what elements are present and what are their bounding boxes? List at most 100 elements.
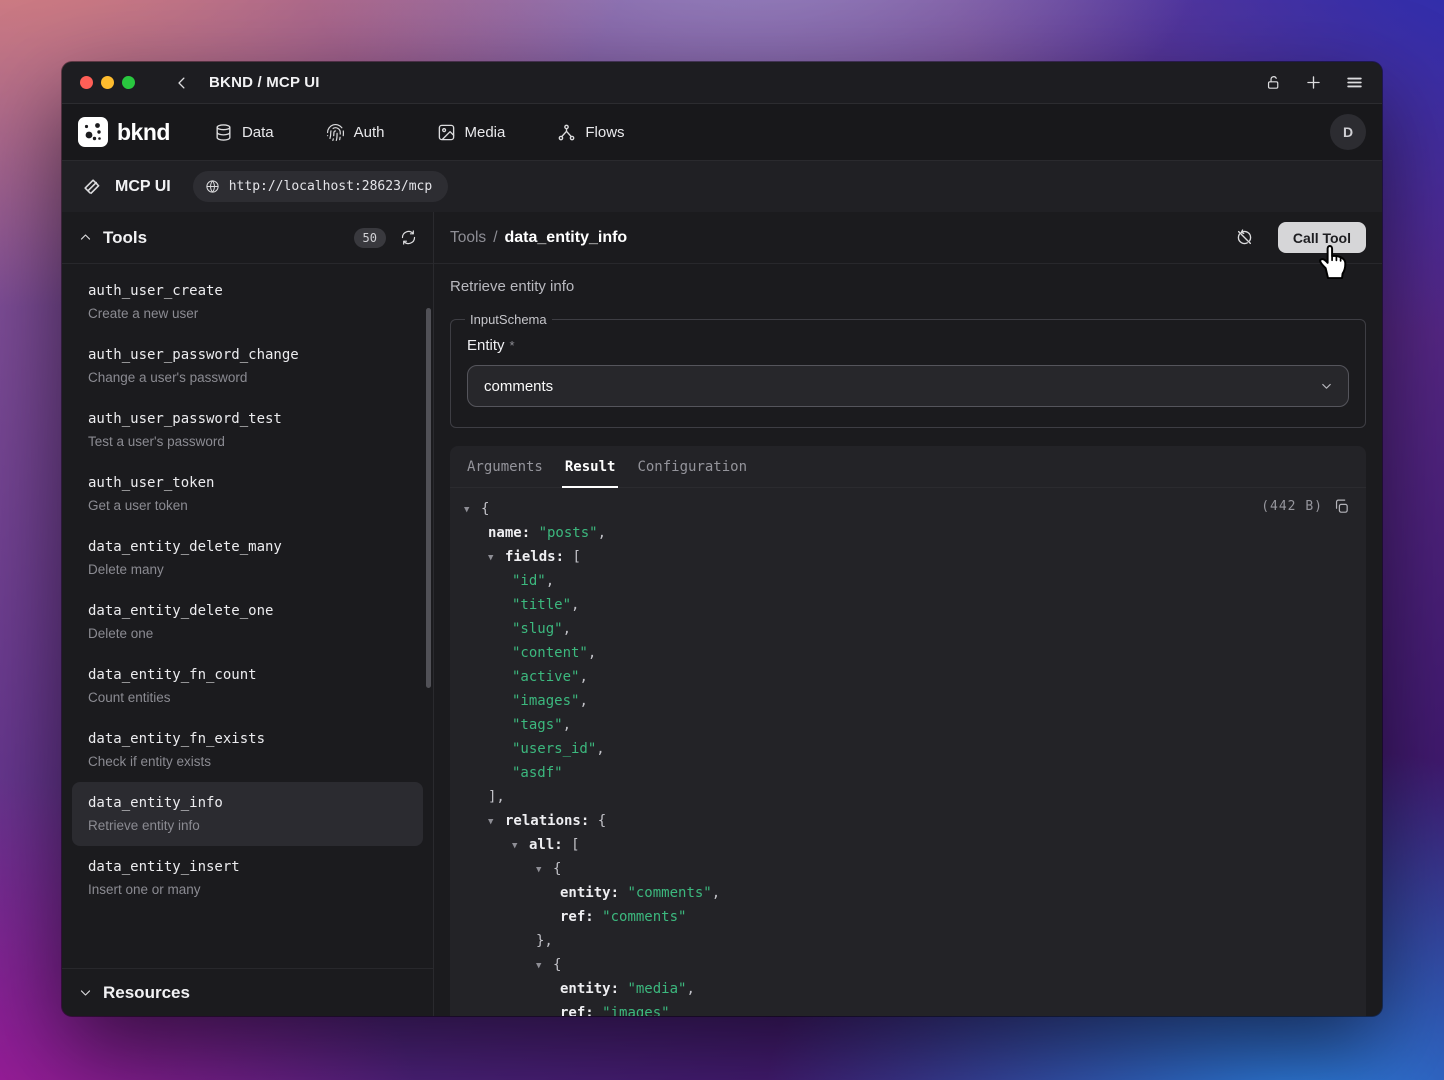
json-line: "slug", bbox=[464, 617, 1352, 641]
json-line: "content", bbox=[464, 641, 1352, 665]
nav-item-data[interactable]: Data bbox=[214, 123, 274, 142]
bknd-logo[interactable]: bknd bbox=[78, 117, 170, 147]
tab-arguments[interactable]: Arguments bbox=[456, 446, 554, 487]
tool-description: Insert one or many bbox=[88, 882, 407, 897]
nav-item-media[interactable]: Media bbox=[437, 123, 506, 142]
menu-icon bbox=[1345, 73, 1364, 92]
tool-item-data_entity_insert[interactable]: data_entity_insert Insert one or many bbox=[72, 846, 423, 910]
entity-select-value: comments bbox=[484, 378, 553, 395]
tool-detail-panel: Tools / data_entity_info Call Tool Retri… bbox=[434, 212, 1382, 1016]
tab-result[interactable]: Result bbox=[554, 446, 627, 487]
tool-item-data_entity_delete_one[interactable]: data_entity_delete_one Delete one bbox=[72, 590, 423, 654]
tool-name: auth_user_create bbox=[88, 283, 407, 299]
json-line: ▼all: [ bbox=[464, 833, 1352, 857]
mcp-url: http://localhost:28623/mcp bbox=[229, 179, 433, 194]
sidebar-scrollbar[interactable] bbox=[426, 308, 431, 688]
tool-name: data_entity_fn_exists bbox=[88, 731, 407, 747]
json-line: ▼fields: [ bbox=[464, 545, 1352, 569]
resources-section-header[interactable]: Resources bbox=[62, 968, 433, 1016]
tab-row: ArgumentsResultConfiguration bbox=[450, 446, 1366, 488]
tools-section-header[interactable]: Tools 50 bbox=[62, 212, 433, 264]
json-line: "active", bbox=[464, 665, 1352, 689]
json-line: entity: "comments", bbox=[464, 881, 1352, 905]
collapse-toggle-icon[interactable]: ▼ bbox=[536, 858, 553, 882]
tool-description: Check if entity exists bbox=[88, 754, 407, 769]
fingerprint-icon bbox=[326, 123, 345, 142]
tool-item-auth_user_token[interactable]: auth_user_token Get a user token bbox=[72, 462, 423, 526]
collapse-toggle-icon[interactable]: ▼ bbox=[536, 954, 553, 978]
nav-item-label: Data bbox=[242, 124, 274, 141]
tool-item-data_entity_fn_count[interactable]: data_entity_fn_count Count entities bbox=[72, 654, 423, 718]
nav-items: Data Auth Media Flows bbox=[214, 123, 625, 142]
tools-sidebar: Tools 50 auth_user_create Create a new u… bbox=[62, 212, 434, 1016]
result-size-label: (442 B) bbox=[1261, 499, 1323, 514]
tool-detail-header: Tools / data_entity_info Call Tool bbox=[434, 212, 1382, 264]
refresh-off-icon[interactable] bbox=[1235, 228, 1254, 247]
result-panel: ArgumentsResultConfiguration (442 B) ▼{n… bbox=[450, 446, 1366, 1016]
brand-name: bknd bbox=[117, 119, 170, 146]
tool-name: data_entity_delete_one bbox=[88, 603, 407, 619]
copy-icon bbox=[1333, 498, 1350, 515]
breadcrumb-parent[interactable]: Tools bbox=[450, 229, 486, 247]
tool-item-auth_user_password_change[interactable]: auth_user_password_change Change a user'… bbox=[72, 334, 423, 398]
input-schema-legend: InputSchema bbox=[465, 312, 552, 327]
json-line: ▼relations: { bbox=[464, 809, 1352, 833]
json-line: "title", bbox=[464, 593, 1352, 617]
copy-button[interactable] bbox=[1333, 498, 1350, 515]
tab-configuration[interactable]: Configuration bbox=[626, 446, 758, 487]
json-line: "id", bbox=[464, 569, 1352, 593]
tool-item-auth_user_create[interactable]: auth_user_create Create a new user bbox=[72, 270, 423, 334]
breadcrumb-current: data_entity_info bbox=[505, 229, 628, 247]
close-button[interactable] bbox=[80, 76, 93, 89]
database-icon bbox=[214, 123, 233, 142]
entity-select[interactable]: comments bbox=[467, 365, 1349, 407]
json-result-viewer: (442 B) ▼{name: "posts",▼fields: ["id","… bbox=[450, 488, 1366, 1016]
app-navbar: bknd Data Auth Media Flows D bbox=[62, 104, 1382, 160]
tool-description: Create a new user bbox=[88, 306, 407, 321]
json-line: ▼{ bbox=[464, 857, 1352, 881]
tool-description: Test a user's password bbox=[88, 434, 407, 449]
tools-count-badge: 50 bbox=[354, 228, 386, 248]
refresh-tools-button[interactable] bbox=[400, 229, 417, 246]
lock-open-icon[interactable] bbox=[1265, 74, 1282, 91]
collapse-toggle-icon[interactable]: ▼ bbox=[488, 546, 505, 570]
image-icon bbox=[437, 123, 456, 142]
tool-description: Retrieve entity info bbox=[450, 278, 1366, 295]
tool-description: Change a user's password bbox=[88, 370, 407, 385]
nav-item-label: Media bbox=[465, 124, 506, 141]
zoom-button[interactable] bbox=[122, 76, 135, 89]
input-schema-fieldset: InputSchema Entity* comments bbox=[450, 312, 1366, 428]
json-line: }, bbox=[464, 929, 1352, 953]
chevron-left-icon bbox=[173, 74, 191, 92]
window-title: BKND / MCP UI bbox=[209, 74, 320, 91]
menu-button[interactable] bbox=[1345, 73, 1364, 92]
back-button[interactable] bbox=[173, 74, 191, 92]
json-line: ref: "images" bbox=[464, 1001, 1352, 1016]
mcp-page-title: MCP UI bbox=[115, 178, 171, 196]
call-tool-button[interactable]: Call Tool bbox=[1278, 222, 1366, 253]
new-tab-button[interactable] bbox=[1304, 73, 1323, 92]
tool-name: data_entity_insert bbox=[88, 859, 407, 875]
json-line: "tags", bbox=[464, 713, 1352, 737]
nav-item-flows[interactable]: Flows bbox=[557, 123, 624, 142]
bknd-logo-icon bbox=[78, 117, 108, 147]
json-line: "images", bbox=[464, 689, 1352, 713]
tool-item-data_entity_fn_exists[interactable]: data_entity_fn_exists Check if entity ex… bbox=[72, 718, 423, 782]
collapse-toggle-icon[interactable]: ▼ bbox=[488, 810, 505, 834]
tool-name: data_entity_info bbox=[88, 795, 407, 811]
tools-header-label: Tools bbox=[103, 228, 147, 248]
tool-name: auth_user_token bbox=[88, 475, 407, 491]
tool-description: Retrieve entity info bbox=[88, 818, 407, 833]
tool-item-data_entity_delete_many[interactable]: data_entity_delete_many Delete many bbox=[72, 526, 423, 590]
minimize-button[interactable] bbox=[101, 76, 114, 89]
tool-item-auth_user_password_test[interactable]: auth_user_password_test Test a user's pa… bbox=[72, 398, 423, 462]
nav-item-auth[interactable]: Auth bbox=[326, 123, 385, 142]
collapse-toggle-icon[interactable]: ▼ bbox=[512, 834, 529, 858]
collapse-toggle-icon[interactable]: ▼ bbox=[464, 498, 481, 522]
required-marker: * bbox=[510, 338, 515, 353]
json-line: "asdf" bbox=[464, 761, 1352, 785]
json-line: "users_id", bbox=[464, 737, 1352, 761]
tool-item-data_entity_info[interactable]: data_entity_info Retrieve entity info bbox=[72, 782, 423, 846]
user-avatar[interactable]: D bbox=[1330, 114, 1366, 150]
mcp-url-pill[interactable]: http://localhost:28623/mcp bbox=[193, 171, 449, 202]
